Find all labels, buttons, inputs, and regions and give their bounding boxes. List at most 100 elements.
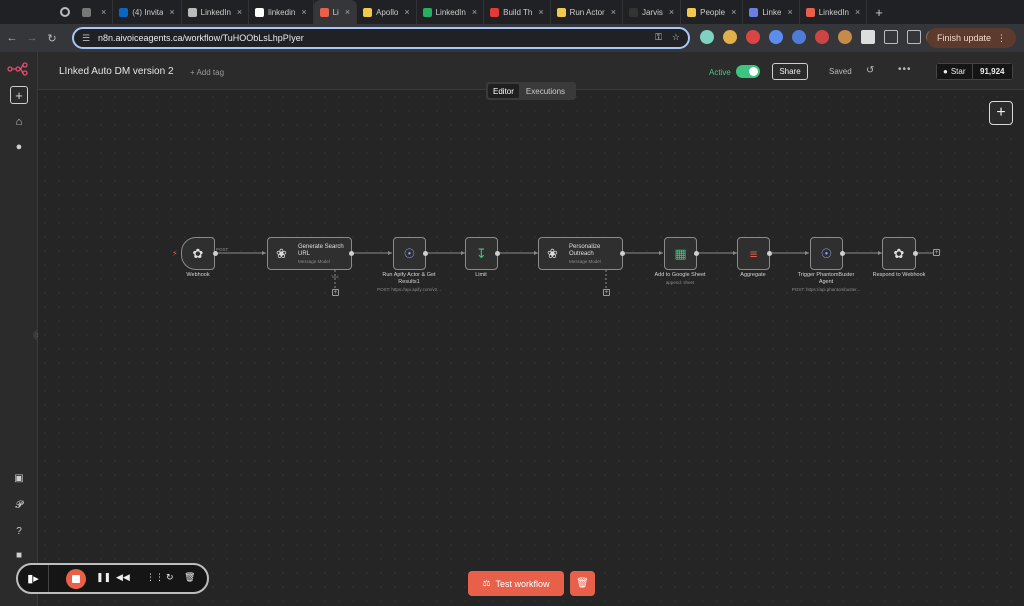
tab-close-icon[interactable]: × [787,7,792,17]
test-workflow-button[interactable]: ⚖ Test workflow [468,571,564,596]
aggregate-node[interactable]: ≡ [737,237,770,270]
address-bar[interactable]: ☰ n8n.aivoiceagents.ca/workflow/TuHOObLs… [72,27,690,49]
output-port[interactable] [213,251,218,256]
help-icon[interactable]: ? [11,523,27,539]
browser-tab[interactable]: (4) Invita × [113,0,182,24]
browser-tab[interactable]: LinkedIn × [800,0,868,24]
browser-tab[interactable]: Li × [313,0,358,24]
tab-favicon-icon [490,7,500,17]
variables-icon[interactable]: 𝓟 [11,497,27,513]
browser-tab[interactable]: Jarvis × [623,0,682,24]
output-port[interactable] [840,251,845,256]
more-options-icon[interactable]: ••• [898,64,912,75]
tab-favicon-icon [363,7,373,17]
workflow-canvas[interactable] [38,90,1024,606]
tab-close-icon[interactable]: × [611,7,616,17]
output-port[interactable] [913,251,918,256]
tab-editor[interactable]: Editor [488,84,519,98]
personalize-outreach-node[interactable]: ❀ Personalize Outreach Message Model [538,237,623,270]
run-apify-node[interactable]: ☉ [393,237,426,270]
share-button[interactable]: Share [772,63,808,80]
trigger-phantombuster-node[interactable]: ☉ [810,237,843,270]
bookmark-star-icon[interactable]: ☆ [672,32,680,43]
limit-label: Limit [475,272,487,278]
output-port[interactable] [694,251,699,256]
output-port[interactable] [620,251,625,256]
extension-6-icon[interactable] [815,30,829,44]
extension-8-icon[interactable] [861,30,875,44]
extension-7-icon[interactable] [838,30,852,44]
trigger-bolt-icon: ⚡ [172,249,178,258]
tab-close-icon[interactable]: × [237,7,242,17]
rewind-icon[interactable]: ◀◀ [116,572,130,583]
tab-close-icon[interactable]: × [669,7,674,17]
respond-to-webhook-node[interactable]: ✿ [882,237,916,270]
output-port[interactable] [423,251,428,256]
browser-tab[interactable]: Build Th × [484,0,551,24]
forward-icon[interactable]: → [24,32,40,44]
active-toggle[interactable] [736,65,760,78]
grid-icon[interactable]: ⋮⋮ [146,572,164,583]
tab-executions[interactable]: Executions [521,84,570,98]
gift-icon[interactable]: ■ [11,547,27,563]
restart-icon[interactable]: ↻ [166,572,174,583]
home-icon[interactable]: ⌂ [11,114,27,130]
extension-4-icon[interactable] [769,30,783,44]
extension-1-icon[interactable] [700,30,714,44]
stop-recording-button[interactable] [66,569,86,589]
browser-tab[interactable]: LinkedIn × [182,0,250,24]
n8n-logo-icon[interactable] [7,62,31,76]
github-star-button[interactable]: ● Star 91,924 [936,63,1013,80]
site-info-icon[interactable]: ☰ [82,33,92,43]
browser-tab[interactable]: Linke × [743,0,800,24]
add-tool-plus-icon[interactable]: + [603,289,610,296]
browser-tab[interactable]: LinkedIn × [417,0,485,24]
add-next-node-plus-icon[interactable]: + [933,249,940,256]
app-root: × (4) Invita × LinkedIn × linkedin × Li × Apollo ×… [0,0,1024,606]
output-port[interactable] [349,251,354,256]
browser-tab[interactable]: People × [681,0,744,24]
tab-close-icon[interactable]: × [301,7,306,17]
tab-close-icon[interactable]: × [472,7,477,17]
pause-icon[interactable]: ❚❚ [96,572,111,583]
workflow-name[interactable]: LInked Auto DM version 2 [59,66,174,77]
browser-tab[interactable]: linkedin × [249,0,314,24]
finish-update-button[interactable]: Finish update ⋮ [926,28,1016,48]
output-port[interactable] [495,251,500,256]
tab-close-icon[interactable]: × [345,7,350,17]
tab-close-icon[interactable]: × [731,7,736,17]
camera-icon[interactable]: ▮▸ [18,565,49,592]
tab-close-icon[interactable]: × [538,7,543,17]
add-node-button[interactable]: + [989,101,1013,125]
extension-2-icon[interactable] [723,30,737,44]
delete-recording-icon[interactable]: 🗑 [184,572,195,583]
tab-favicon-icon [749,7,759,17]
browser-tab[interactable]: Run Actor × [551,0,623,24]
create-button[interactable]: + [10,86,28,104]
add-tag-link[interactable]: + Add tag [190,68,224,77]
clear-execution-button[interactable]: 🗑 [570,571,595,596]
browser-tab[interactable]: Apollo × [357,0,417,24]
user-icon[interactable]: ● [11,139,27,155]
history-icon[interactable]: ↺ [866,65,874,76]
tab-close-icon[interactable]: × [855,7,860,17]
browser-tab[interactable]: × [76,0,114,24]
tab-close-icon[interactable]: × [404,7,409,17]
back-icon[interactable]: ← [4,32,20,44]
password-key-icon[interactable]: ⚿ [655,32,662,43]
extension-5-icon[interactable] [792,30,806,44]
new-tab-icon[interactable]: + [875,5,883,20]
extension-3-icon[interactable] [746,30,760,44]
side-panel-icon[interactable] [907,30,921,44]
extensions-puzzle-icon[interactable] [884,30,898,44]
tab-close-icon[interactable]: × [101,7,106,17]
tab-close-icon[interactable]: × [169,7,174,17]
add-tool-plus-icon[interactable]: + [332,289,339,296]
limit-node[interactable]: ↧ [465,237,498,270]
output-port[interactable] [767,251,772,256]
add-to-google-sheet-node[interactable]: ▦ [664,237,697,270]
webhook-node[interactable]: ✿ [181,237,215,270]
reload-icon[interactable]: ↻ [44,32,60,45]
templates-icon[interactable]: ▣ [11,470,27,486]
generate-search-url-node[interactable]: ❀ Generate Search URL Message Model [267,237,352,270]
